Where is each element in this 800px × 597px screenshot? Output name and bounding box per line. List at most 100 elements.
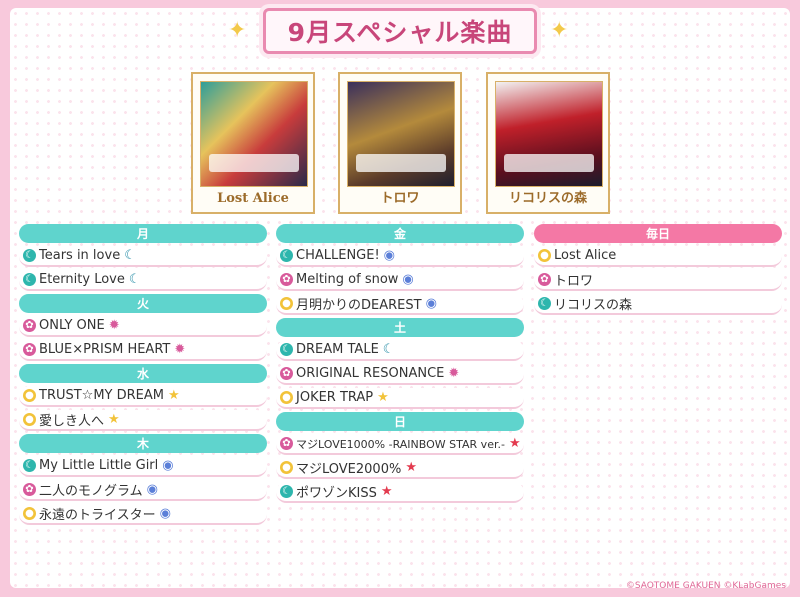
jacket-logo: [356, 154, 446, 172]
sparkle-icon: ✦: [550, 18, 569, 43]
red-star-icon: ★: [508, 436, 521, 451]
jacket-label: リコリスの森: [508, 191, 587, 206]
sweet-attribute-icon: ✿: [280, 437, 293, 450]
jacket-art-image: [200, 81, 308, 187]
jacket-label: Lost Alice: [217, 191, 289, 206]
gear-icon: ✹: [108, 318, 120, 333]
song-row[interactable]: ✿ マジLOVE1000% -RAINBOW STAR ver.- ★: [276, 434, 524, 455]
schedule-column-1: 月 ☾ Tears in love ☾ ☾ Eternity Love ☾ 火 ✿ ONLY ON…: [19, 224, 267, 528]
song-title: JOKER TRAP: [296, 390, 374, 405]
cool-attribute-icon: ☾: [23, 273, 36, 286]
title-plate: 9月スペシャル楽曲: [263, 8, 537, 54]
song-title: リコリスの森: [554, 298, 633, 313]
song-title: 月明かりのDEAREST: [296, 298, 422, 313]
jacket-card-lycoris[interactable]: リコリスの森: [486, 72, 610, 214]
fun-attribute-icon: ●: [280, 461, 293, 474]
fun-attribute-icon: ●: [538, 249, 551, 262]
star-icon: ★: [377, 390, 389, 405]
song-row[interactable]: ☾ Eternity Love ☾: [19, 270, 267, 291]
song-title: 永遠のトライスター: [39, 508, 156, 523]
star-icon: ★: [108, 412, 120, 427]
song-title: DREAM TALE: [296, 342, 379, 357]
orb-icon: ◉: [159, 506, 171, 521]
song-row[interactable]: ☾ My Little Little Girl ◉: [19, 456, 267, 477]
jacket-art-image: [347, 81, 455, 187]
song-title: Eternity Love: [39, 272, 125, 287]
sweet-attribute-icon: ✿: [538, 273, 551, 286]
orb-icon: ◉: [162, 458, 174, 473]
schedule-column-2: 金 ☾ CHALLENGE! ◉ ✿ Melting of snow ◉ ● 月明かりのDEAR…: [276, 224, 524, 506]
fun-attribute-icon: ●: [280, 297, 293, 310]
jacket-art-image: [495, 81, 603, 187]
title-banner: ✦ 9月スペシャル楽曲 ✦: [0, 8, 800, 56]
song-row[interactable]: ● 永遠のトライスター ◉: [19, 504, 267, 525]
song-title: Melting of snow: [296, 272, 399, 287]
song-row[interactable]: ✿ トロワ: [534, 270, 782, 291]
day-header: 水: [19, 364, 267, 383]
song-row[interactable]: ● 月明かりのDEAREST ◉: [276, 294, 524, 315]
schedule-column-3: 毎日 ● Lost Alice ✿ トロワ ☾ リコリスの森: [534, 224, 782, 318]
page-title: 9月スペシャル楽曲: [287, 18, 513, 47]
song-title: My Little Little Girl: [39, 458, 159, 473]
moon-icon: ☾: [128, 272, 141, 287]
fun-attribute-icon: ●: [23, 389, 36, 402]
day-header: 月: [19, 224, 267, 243]
gear-icon: ✹: [448, 366, 460, 381]
fun-attribute-icon: ●: [23, 507, 36, 520]
fun-attribute-icon: ●: [23, 413, 36, 426]
sweet-attribute-icon: ✿: [23, 343, 36, 356]
song-title: ONLY ONE: [39, 318, 105, 333]
sweet-attribute-icon: ✿: [280, 367, 293, 380]
song-title: CHALLENGE!: [296, 248, 380, 263]
jacket-logo: [209, 154, 299, 172]
day-header-daily: 毎日: [534, 224, 782, 243]
cool-attribute-icon: ☾: [23, 459, 36, 472]
copyright-text: ©SAOTOME GAKUEN ©KLabGames: [625, 581, 786, 591]
fun-attribute-icon: ●: [280, 391, 293, 404]
sweet-attribute-icon: ✿: [23, 483, 36, 496]
day-header: 日: [276, 412, 524, 431]
day-header: 木: [19, 434, 267, 453]
song-title: トロワ: [554, 274, 594, 289]
gear-icon: ✹: [174, 342, 186, 357]
song-title: BLUE×PRISM HEART: [39, 342, 171, 357]
sweet-attribute-icon: ✿: [280, 273, 293, 286]
song-row[interactable]: ● 愛しき人へ ★: [19, 410, 267, 431]
song-title: TRUST☆MY DREAM: [39, 388, 164, 403]
song-row[interactable]: ● マジLOVE2000% ★: [276, 458, 524, 479]
moon-icon: ☾: [124, 248, 136, 263]
star-icon: ★: [168, 388, 180, 403]
moon-icon: ☾: [382, 342, 395, 357]
song-row[interactable]: ● TRUST☆MY DREAM ★: [19, 386, 267, 407]
orb-icon: ◉: [425, 296, 437, 311]
song-title: 愛しき人へ: [39, 414, 105, 429]
song-row[interactable]: ● Lost Alice: [534, 246, 782, 267]
cool-attribute-icon: ☾: [538, 297, 551, 310]
song-title: マジLOVE1000% -RAINBOW STAR ver.-: [296, 437, 505, 451]
orb-icon: ◉: [383, 248, 396, 263]
song-row[interactable]: ☾ Tears in love ☾: [19, 246, 267, 267]
song-row[interactable]: ☾ DREAM TALE ☾: [276, 340, 524, 361]
red-star-icon: ★: [405, 460, 417, 475]
song-row[interactable]: ✿ 二人のモノグラム ◉: [19, 480, 267, 501]
jacket-card-trois[interactable]: トロワ: [338, 72, 462, 214]
song-row[interactable]: ✿ ORIGINAL RESONANCE ✹: [276, 364, 524, 385]
song-row[interactable]: ✿ BLUE×PRISM HEART ✹: [19, 340, 267, 361]
song-row[interactable]: ✿ Melting of snow ◉: [276, 270, 524, 291]
sweet-attribute-icon: ✿: [23, 319, 36, 332]
cool-attribute-icon: ☾: [280, 343, 293, 356]
orb-icon: ◉: [402, 272, 414, 287]
cool-attribute-icon: ☾: [280, 485, 293, 498]
day-header: 火: [19, 294, 267, 313]
song-row[interactable]: ✿ ONLY ONE ✹: [19, 316, 267, 337]
song-title: Lost Alice: [554, 248, 617, 263]
song-row[interactable]: ☾ ポワゾンKISS ★: [276, 482, 524, 503]
jacket-logo: [504, 154, 594, 172]
song-row[interactable]: ☾ リコリスの森: [534, 294, 782, 315]
song-title: ORIGINAL RESONANCE: [296, 366, 445, 381]
day-header: 土: [276, 318, 524, 337]
sparkle-icon: ✦: [228, 18, 247, 43]
jacket-card-lost-alice[interactable]: Lost Alice: [191, 72, 315, 214]
song-row[interactable]: ☾ CHALLENGE! ◉: [276, 246, 524, 267]
song-row[interactable]: ● JOKER TRAP ★: [276, 388, 524, 409]
